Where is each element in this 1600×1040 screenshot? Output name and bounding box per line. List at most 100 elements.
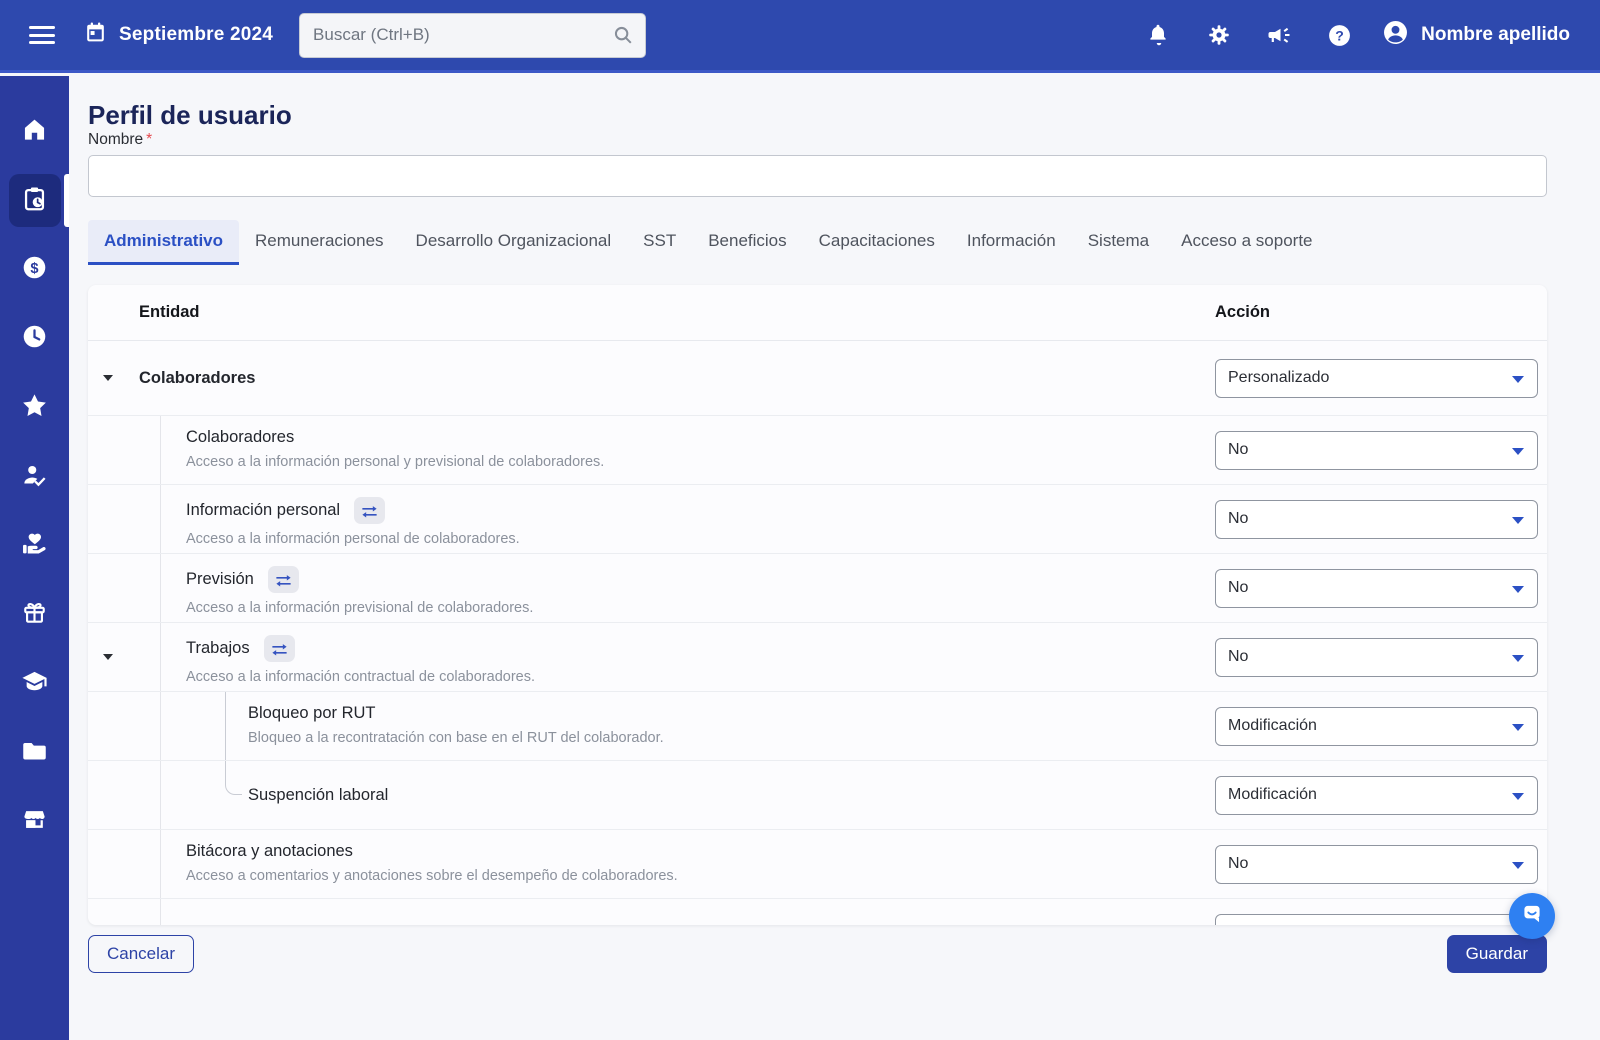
school-icon — [20, 667, 49, 701]
sync-swap-icon[interactable] — [268, 566, 299, 593]
tab-desarrollo-organizacional[interactable]: Desarrollo Organizacional — [400, 220, 628, 265]
action-select-value: No — [1228, 510, 1248, 528]
entity-cell: Bloqueo por RUTBloqueo a la recontrataci… — [161, 692, 1215, 760]
help-icon[interactable]: ? — [1326, 22, 1352, 48]
action-cell — [1215, 899, 1547, 925]
action-cell: No — [1215, 554, 1547, 622]
table-row: Registro de personal — [88, 899, 1547, 925]
action-select-value: Modificación — [1228, 786, 1317, 804]
tree-connector-line — [225, 692, 226, 760]
table-row: Trabajos Acceso a la información contract… — [88, 623, 1547, 692]
sidebar-item-selection[interactable] — [9, 450, 61, 503]
entity-cell: ColaboradoresAcceso a la información per… — [161, 416, 1215, 484]
tab-remuneraciones[interactable]: Remuneraciones — [239, 220, 400, 265]
chat-launcher[interactable] — [1509, 893, 1555, 939]
action-select[interactable] — [1215, 914, 1538, 926]
action-cell: No — [1215, 485, 1547, 553]
entity-description: Acceso a la información contractual de c… — [186, 669, 1215, 685]
sidebar-item-time[interactable] — [9, 312, 61, 365]
sync-swap-icon[interactable] — [354, 497, 385, 524]
action-cell: No — [1215, 623, 1547, 691]
settings-gear-icon[interactable] — [1206, 22, 1232, 48]
tab-acceso-a-soporte[interactable]: Acceso a soporte — [1165, 220, 1328, 265]
user-menu[interactable]: Nombre apellido — [1382, 19, 1570, 51]
required-marker: * — [146, 131, 152, 148]
caret-down-icon — [1512, 586, 1524, 593]
action-cell: Personalizado — [1215, 341, 1547, 415]
menu-icon[interactable] — [29, 26, 55, 44]
caret-down-icon — [1512, 517, 1524, 524]
sidebar-item-payments[interactable]: $ — [9, 243, 61, 296]
action-select[interactable]: No — [1215, 431, 1538, 470]
action-select[interactable]: No — [1215, 500, 1538, 539]
action-select-value: No — [1228, 648, 1248, 666]
action-select-value: Personalizado — [1228, 369, 1329, 387]
entity-cell: Información personalAcceso a la informac… — [161, 485, 1215, 553]
action-select-value: Modificación — [1228, 717, 1317, 735]
save-button[interactable]: Guardar — [1447, 935, 1547, 973]
sidebar-item-favorites[interactable] — [9, 381, 61, 434]
row-indent-cell — [88, 341, 139, 415]
tree-connector-elbow — [225, 761, 242, 795]
row-indent-cell — [88, 485, 161, 553]
table-row: Bloqueo por RUTBloqueo a la recontrataci… — [88, 692, 1547, 761]
entity-title: Trabajos — [186, 639, 250, 658]
tab-administrativo[interactable]: Administrativo — [88, 220, 239, 265]
period-selector[interactable]: Septiembre 2024 — [83, 20, 273, 50]
row-indent-cell — [88, 761, 161, 829]
caret-down-icon — [1512, 655, 1524, 662]
table-row: Información personalAcceso a la informac… — [88, 485, 1547, 554]
star-icon — [20, 391, 49, 425]
tab-sistema[interactable]: Sistema — [1072, 220, 1165, 265]
sidebar-item-benefits[interactable] — [9, 519, 61, 572]
action-cell: Modificación — [1215, 692, 1547, 760]
expand-chevron-icon[interactable] — [103, 375, 113, 381]
sidebar-item-marketplace[interactable] — [9, 795, 61, 848]
table-row: PrevisiónAcceso a la información previsi… — [88, 554, 1547, 623]
tab-beneficios[interactable]: Beneficios — [692, 220, 802, 265]
action-cell: Modificación — [1215, 761, 1547, 829]
cancel-button[interactable]: Cancelar — [88, 935, 194, 973]
sidebar-item-home[interactable] — [9, 105, 61, 158]
column-header-entity: Entidad — [139, 303, 1215, 322]
row-indent-cell — [88, 899, 161, 925]
search-input[interactable] — [299, 13, 646, 58]
entity-title: Bloqueo por RUT — [248, 704, 375, 723]
entity-title: Colaboradores — [186, 428, 294, 447]
caret-down-icon — [1512, 448, 1524, 455]
action-select[interactable]: No — [1215, 845, 1538, 884]
announcements-megaphone-icon[interactable] — [1266, 22, 1292, 48]
action-select[interactable]: Modificación — [1215, 707, 1538, 746]
entity-cell: PrevisiónAcceso a la información previsi… — [161, 554, 1215, 622]
home-icon — [21, 116, 48, 148]
action-select-value: No — [1228, 855, 1248, 873]
payments-dollar-icon: $ — [21, 254, 48, 286]
action-select[interactable]: No — [1215, 638, 1538, 677]
table-header: Entidad Acción — [88, 285, 1547, 341]
calendar-icon — [83, 20, 108, 50]
caret-down-icon — [1512, 793, 1524, 800]
sidebar-item-training[interactable] — [9, 657, 61, 710]
folder-icon — [21, 737, 48, 769]
search-icon[interactable] — [612, 24, 634, 51]
tab-capacitaciones[interactable]: Capacitaciones — [803, 220, 951, 265]
expand-chevron-icon[interactable] — [103, 654, 113, 660]
permissions-rows: Colaboradores Personalizado ColaboradoresA… — [88, 341, 1547, 925]
sync-swap-icon[interactable] — [264, 635, 295, 662]
notifications-bell-icon[interactable] — [1146, 22, 1172, 48]
sidebar-item-administration[interactable] — [9, 174, 61, 227]
entity-cell: Trabajos Acceso a la información contract… — [161, 623, 1215, 691]
clipboard-clock-icon — [21, 185, 48, 217]
sidebar-item-gifts[interactable] — [9, 588, 61, 641]
chat-bubble-icon — [1519, 901, 1545, 932]
sidebar-item-documents[interactable] — [9, 726, 61, 779]
tab-informaci-n[interactable]: Información — [951, 220, 1072, 265]
name-input[interactable] — [88, 155, 1547, 197]
action-select[interactable]: No — [1215, 569, 1538, 608]
action-select[interactable]: Modificación — [1215, 776, 1538, 815]
action-select-value: No — [1228, 441, 1248, 459]
entity-cell: Suspención laboral — [161, 761, 1215, 829]
tab-sst[interactable]: SST — [627, 220, 692, 265]
permissions-card: Entidad Acción Colaboradores Personalizad… — [88, 285, 1547, 925]
action-select[interactable]: Personalizado — [1215, 359, 1538, 398]
